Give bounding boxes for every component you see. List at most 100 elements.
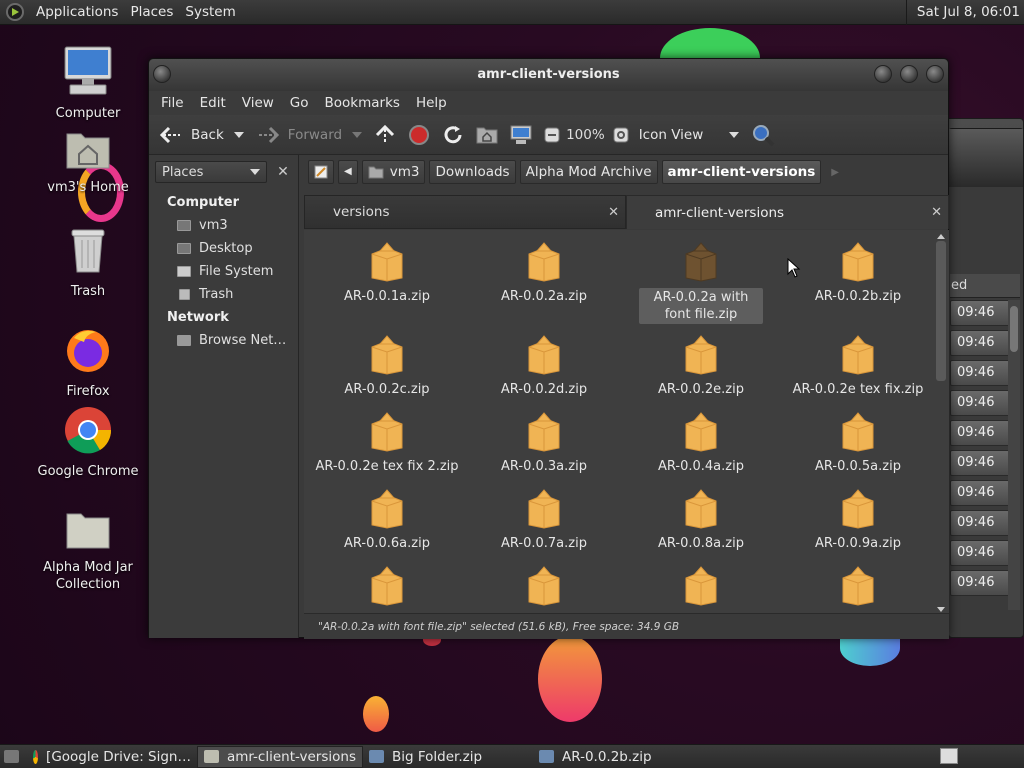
desktop-icon-trash[interactable]: Trash: [28, 228, 148, 300]
sidebar-item-desktop[interactable]: Desktop: [149, 235, 298, 258]
icon-view[interactable]: AR-0.0.1a.zip AR-0.0.2a.zip AR-0.0.2a with…: [304, 230, 949, 613]
computer-button[interactable]: [510, 125, 532, 145]
file-item[interactable]: AR-0.0.1a.zip: [309, 242, 465, 305]
file-item[interactable]: AR-0.0.2a with font file.zip: [623, 242, 779, 324]
file-item[interactable]: AR-0.0.5a.zip: [780, 412, 936, 475]
tab-versions[interactable]: versions ✕: [304, 195, 626, 229]
file-item[interactable]: AR-0.0.2e.zip: [623, 335, 779, 398]
sidebar-heading-network: Network: [167, 310, 229, 325]
desktop-icon-firefox[interactable]: Firefox: [28, 326, 148, 400]
file-item[interactable]: AR-0.0.2e tex fix 2.zip: [309, 412, 465, 475]
up-button[interactable]: [374, 124, 396, 146]
sidebar-item-label: File System: [199, 263, 274, 279]
background-scrollbar[interactable]: [1008, 300, 1020, 610]
menu-edit[interactable]: Edit: [192, 95, 234, 111]
places-menu[interactable]: Places: [124, 0, 179, 25]
desktop-icon-alpha-mod-jar[interactable]: Alpha Mod Jar Collection: [28, 508, 148, 593]
path-scroll-right-button[interactable]: ▶: [831, 167, 839, 178]
window-menu-icon[interactable]: [153, 65, 171, 83]
zip-package-icon: [685, 566, 717, 606]
minimize-icon[interactable]: [874, 65, 892, 83]
tab-close-icon[interactable]: ✕: [608, 205, 619, 220]
zip-package-icon: [528, 566, 560, 606]
sidebar-item-trash[interactable]: Trash: [149, 281, 298, 304]
file-item-partial[interactable]: [780, 566, 936, 612]
scroll-up-icon[interactable]: [937, 234, 945, 239]
menu-file[interactable]: File: [153, 95, 192, 111]
distro-logo-icon[interactable]: [6, 3, 24, 21]
file-item[interactable]: AR-0.0.7a.zip: [466, 489, 622, 552]
vertical-scrollbar[interactable]: [935, 234, 947, 612]
forward-history-dropdown-icon[interactable]: [352, 131, 363, 138]
file-item[interactable]: AR-0.0.2d.zip: [466, 335, 622, 398]
scroll-down-icon[interactable]: [937, 607, 945, 612]
reload-button[interactable]: [442, 124, 464, 146]
path-scroll-left-button[interactable]: ◀: [338, 160, 358, 184]
applications-menu[interactable]: Applications: [30, 0, 124, 25]
file-item-partial[interactable]: [309, 566, 465, 612]
view-mode-select[interactable]: Icon View: [639, 127, 739, 143]
sidebar-close-icon[interactable]: ✕: [273, 162, 293, 182]
file-item[interactable]: AR-0.0.2e tex fix.zip: [780, 335, 936, 398]
scrollbar-thumb[interactable]: [936, 241, 946, 381]
path-crumb-alpha-mod-archive[interactable]: Alpha Mod Archive: [519, 160, 658, 184]
taskbar-item-label: Big Folder.zip: [392, 748, 483, 765]
path-crumb-label: vm3: [389, 164, 420, 180]
sidebar-item-file-system[interactable]: File System: [149, 258, 298, 281]
file-item[interactable]: AR-0.0.6a.zip: [309, 489, 465, 552]
file-item-label: AR-0.0.2c.zip: [344, 382, 430, 397]
menu-bar: File Edit View Go Bookmarks Help: [149, 91, 948, 115]
panel-clock[interactable]: Sat Jul 8, 06:01: [905, 0, 1024, 25]
sidebar-item-browse-network[interactable]: Browse Net…: [149, 327, 298, 350]
desktop-icon-chrome[interactable]: Google Chrome: [28, 406, 148, 480]
menu-help[interactable]: Help: [408, 95, 455, 111]
chrome-icon: [33, 749, 39, 764]
tab-amr-client-versions[interactable]: amr-client-versions ✕: [626, 195, 949, 229]
file-item[interactable]: AR-0.0.9a.zip: [780, 489, 936, 552]
file-item-partial[interactable]: [466, 566, 622, 612]
sidebar-item-vm3[interactable]: vm3: [149, 212, 298, 235]
show-desktop-button[interactable]: [0, 746, 27, 768]
taskbar-item-ar-002b[interactable]: AR-0.0.2b.zip: [533, 746, 703, 768]
system-menu[interactable]: System: [179, 0, 241, 25]
menu-go[interactable]: Go: [282, 95, 317, 111]
file-item[interactable]: AR-0.0.4a.zip: [623, 412, 779, 475]
maximize-icon[interactable]: [900, 65, 918, 83]
zoom-out-button[interactable]: [544, 127, 560, 143]
sidebar-selector[interactable]: Places: [155, 161, 267, 183]
desktop-icon-label: Trash: [70, 284, 106, 299]
menu-view[interactable]: View: [234, 95, 282, 111]
toolbar: Back Forward 100% Icon View: [149, 115, 948, 155]
file-item-partial[interactable]: [623, 566, 779, 612]
forward-button[interactable]: Forward: [256, 125, 363, 145]
menu-bookmarks[interactable]: Bookmarks: [317, 95, 408, 111]
back-history-dropdown-icon[interactable]: [233, 131, 244, 138]
desktop-icon-computer[interactable]: Computer: [28, 46, 148, 122]
file-item[interactable]: AR-0.0.2b.zip: [780, 242, 936, 305]
search-button[interactable]: [751, 123, 775, 147]
path-crumb-current[interactable]: amr-client-versions: [661, 160, 822, 184]
toggle-location-button[interactable]: [308, 160, 334, 184]
taskbar-item-chrome[interactable]: [Google Drive: Sign…: [27, 746, 197, 768]
tab-bar: versions ✕ amr-client-versions ✕: [304, 195, 949, 229]
home-button[interactable]: [476, 125, 498, 145]
tab-close-icon[interactable]: ✕: [931, 205, 942, 220]
taskbar-item-big-folder[interactable]: Big Folder.zip: [363, 746, 533, 768]
workspace-switcher[interactable]: [940, 748, 958, 764]
zip-package-icon: [528, 489, 560, 529]
file-item[interactable]: AR-0.0.8a.zip: [623, 489, 779, 552]
view-mode-dropdown-icon: [728, 131, 739, 138]
stop-button[interactable]: [408, 124, 430, 146]
path-crumb-downloads[interactable]: Downloads: [429, 160, 516, 184]
zoom-in-button[interactable]: [613, 127, 629, 143]
taskbar-item-file-manager[interactable]: amr-client-versions: [197, 745, 363, 768]
zip-package-icon: [371, 242, 403, 282]
file-item[interactable]: AR-0.0.3a.zip: [466, 412, 622, 475]
file-item[interactable]: AR-0.0.2a.zip: [466, 242, 622, 305]
back-button[interactable]: Back: [159, 125, 244, 145]
file-item[interactable]: AR-0.0.2c.zip: [309, 335, 465, 398]
desktop-icon-home[interactable]: vm3's Home: [28, 128, 148, 196]
close-icon[interactable]: [926, 65, 944, 83]
path-crumb-vm3[interactable]: vm3: [361, 160, 426, 184]
window-titlebar[interactable]: amr-client-versions: [149, 59, 948, 91]
